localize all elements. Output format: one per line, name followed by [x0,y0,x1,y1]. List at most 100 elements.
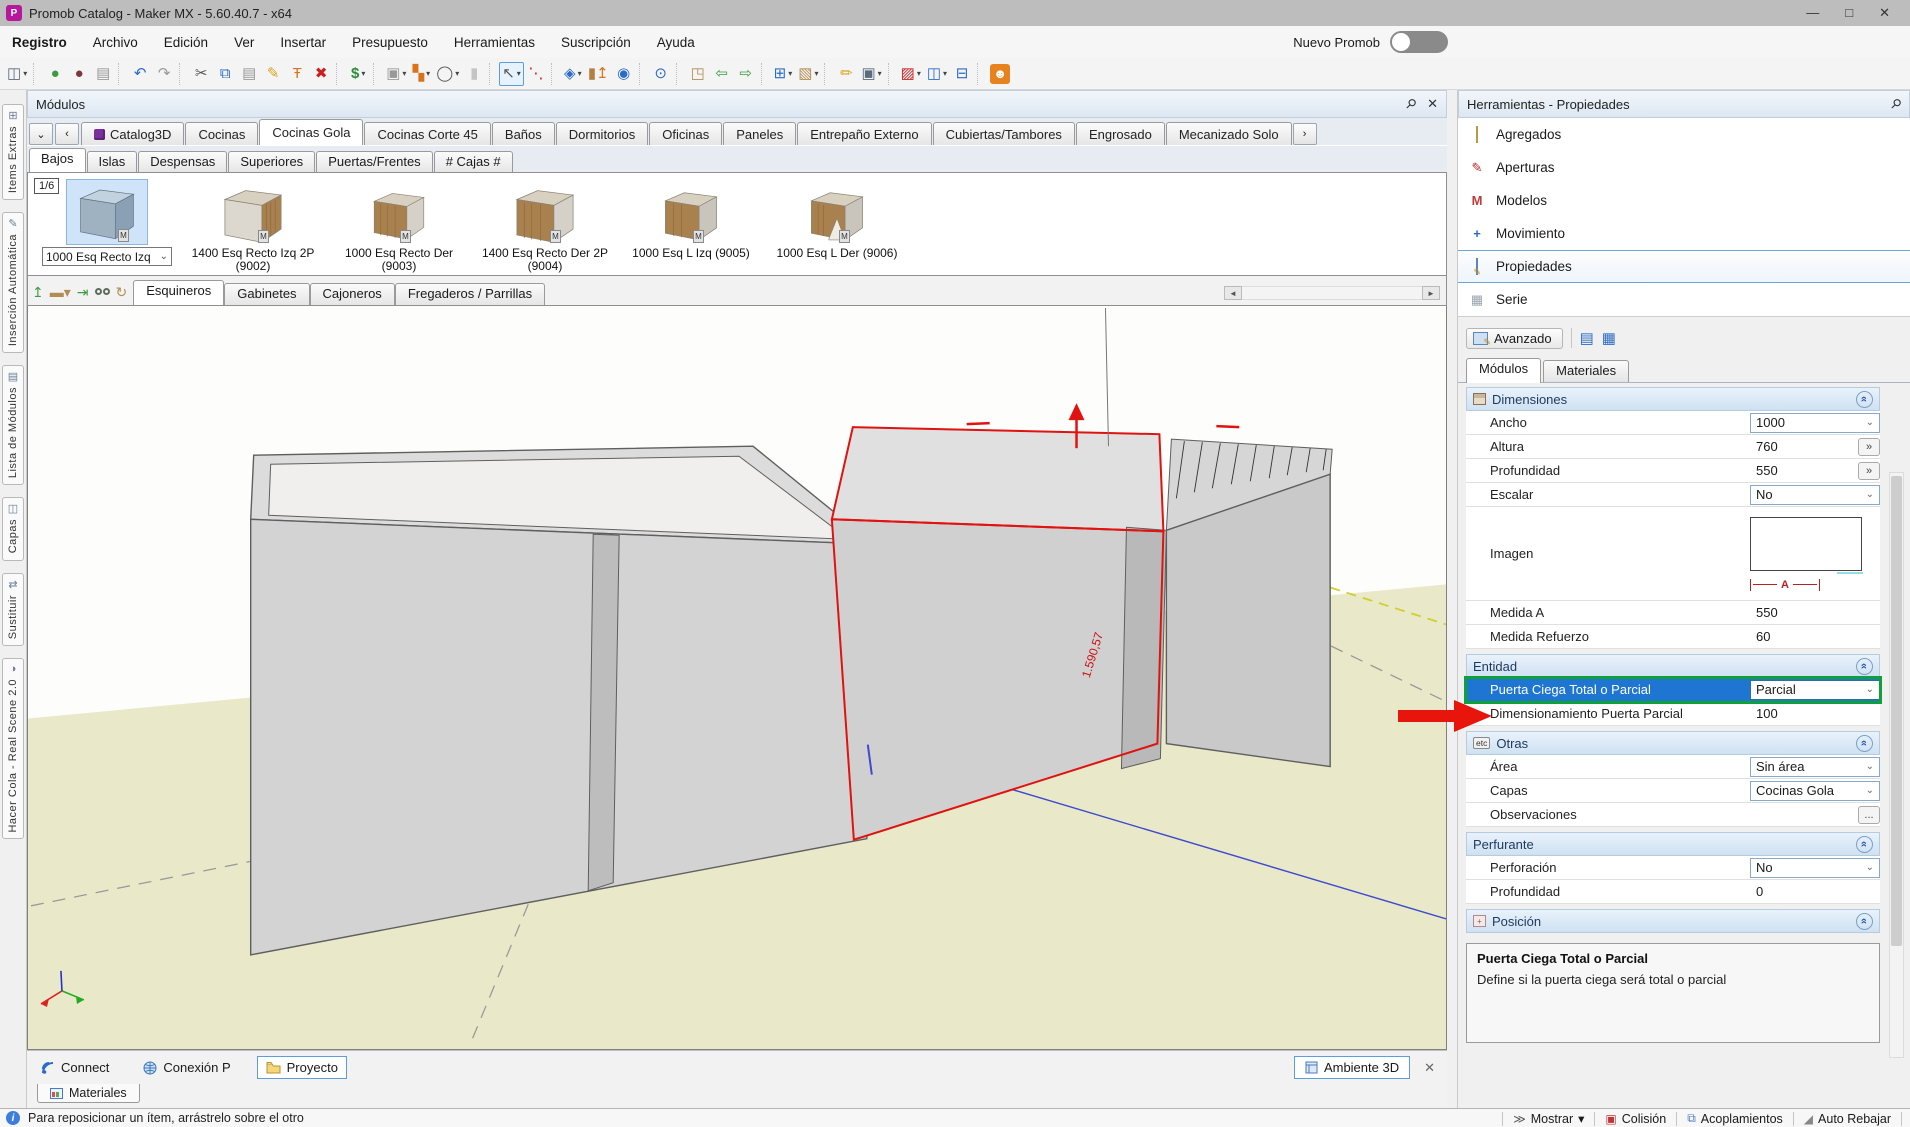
menu-archivo[interactable]: Archivo [93,35,138,50]
puerta-ciega-combo[interactable]: Parcial⌄ [1750,680,1880,700]
tab-proyecto[interactable]: Proyecto [257,1056,347,1079]
user-account-icon[interactable]: ☻ [987,62,1013,86]
text-tool-icon[interactable]: Ŧ [285,62,309,86]
key-pen-icon[interactable]: ✏ [834,62,858,86]
pin-icon-right[interactable]: ⚲ [1887,95,1905,113]
dimensionamiento-field[interactable]: 100 [1750,706,1880,721]
save-icon[interactable]: ◫▾ [4,62,30,86]
tool-agregados[interactable]: Agregados [1458,118,1910,151]
plugin-red-icon[interactable]: ● [67,62,91,86]
search-binoculars-icon[interactable] [95,288,110,297]
nuevo-promob-toggle[interactable] [1390,31,1448,53]
select-window-icon[interactable]: ▣▾ [383,62,409,86]
scroll-right-icon[interactable]: ► [1422,286,1440,300]
close-button[interactable]: ✕ [1879,5,1890,21]
profundidad-more-button[interactable]: » [1858,462,1880,480]
medida-refuerzo-field[interactable]: 60 [1750,629,1880,644]
nav-back-icon[interactable]: ⇦ [710,62,734,86]
collapse-dimensiones-icon[interactable]: » [1856,391,1873,408]
structure-icon[interactable]: ▚▾ [409,62,433,86]
close-ambiente-icon[interactable]: ✕ [1424,1060,1435,1076]
collapse-posicion-icon[interactable]: » [1856,913,1873,930]
tab-entrepano-externo[interactable]: Entrepaño Externo [797,122,931,145]
handle-style-icon[interactable]: ▬▾ [50,284,71,301]
budget-icon[interactable]: $▾ [346,62,370,86]
acoplamientos-toggle[interactable]: ⧉Acoplamientos [1687,1111,1783,1126]
tool-movimiento[interactable]: +Movimiento [1458,217,1910,250]
print-icon[interactable]: ▤ [91,62,115,86]
tab-scroll-left[interactable]: ‹ [55,123,79,145]
capas-combo[interactable]: Cocinas Gola⌄ [1750,781,1880,801]
tab-paneles[interactable]: Paneles [723,122,796,145]
filter-gabinetes[interactable]: Gabinetes [224,283,309,305]
visibility-eye-icon[interactable]: ⊙ [649,62,673,86]
tab-list-dropdown[interactable]: ⌄ [29,123,53,145]
altura-more-button[interactable]: » [1858,438,1880,456]
close-panel-icon[interactable]: ✕ [1427,96,1438,112]
module-item-1[interactable]: M 1400 Esq Recto Izq 2P(9002) [180,177,326,275]
module-item-2[interactable]: M 1000 Esq Recto Der(9003) [326,177,472,275]
menu-ver[interactable]: Ver [234,35,254,50]
cursor-tool-icon[interactable]: ↖▾ [499,62,524,86]
escalar-combo[interactable]: No⌄ [1750,485,1880,505]
altura-field[interactable]: 760 [1750,439,1854,454]
tab-connect[interactable]: Connect [33,1057,117,1078]
render-icon[interactable]: ▨▾ [898,62,924,86]
rail-tab-items-extras[interactable]: ⊞Items Extras [2,104,24,200]
section-dimensiones[interactable]: Dimensiones » [1466,387,1880,411]
filter-fregaderos-parrillas[interactable]: Fregaderos / Parrillas [395,283,545,305]
menu-presupuesto[interactable]: Presupuesto [352,35,428,50]
tab-cocinas-corte-45[interactable]: Cocinas Corte 45 [364,122,490,145]
module-variant-combo[interactable]: 1000 Esq Recto Izq⌄ [42,247,172,266]
menu-edicion[interactable]: Edición [164,35,208,50]
module-item-3[interactable]: M 1400 Esq Recto Der 2P(9004) [472,177,618,275]
tab-cocinas[interactable]: Cocinas [185,122,258,145]
list-view-icon[interactable]: ▤ [1580,329,1594,347]
tab-banos[interactable]: Baños [492,122,555,145]
tab-cocinas-gola[interactable]: Cocinas Gola [259,119,363,145]
menu-insertar[interactable]: Insertar [280,35,326,50]
paste-icon[interactable]: ▤ [237,62,261,86]
auto-rebajar-toggle[interactable]: ◢Auto Rebajar [1804,1112,1891,1126]
freeform-icon[interactable]: ◯▾ [433,62,462,86]
subtab-puertas-frentes[interactable]: Puertas/Frentes [316,151,433,172]
ancho-combo[interactable]: 1000⌄ [1750,413,1880,433]
tab-catalog3d[interactable]: Catalog3D [81,122,184,145]
copy-icon[interactable]: ⧉ [213,62,237,86]
subtab-islas[interactable]: Islas [87,151,138,172]
subtab-despensas[interactable]: Despensas [138,151,227,172]
tab-materiales[interactable]: Materiales [37,1084,140,1103]
delete-icon[interactable]: ✖ [309,62,333,86]
tool-modelos[interactable]: MModelos [1458,184,1910,217]
tab-oficinas[interactable]: Oficinas [649,122,722,145]
section-otras[interactable]: etc Otras » [1466,731,1880,755]
menu-herramientas[interactable]: Herramientas [454,35,535,50]
ambiente-3d-button[interactable]: Ambiente 3D [1294,1056,1410,1079]
prop-row-puerta-ciega[interactable]: Puerta Ciega Total o Parcial Parcial⌄ [1466,678,1880,702]
layers-icon[interactable]: ◈▾ [561,62,585,86]
panel-splitter[interactable] [1447,90,1457,1108]
filter-cajoneros[interactable]: Cajoneros [310,283,395,305]
door-pin-icon[interactable]: ▮↥ [585,62,612,86]
perforacion-combo[interactable]: No⌄ [1750,858,1880,878]
section-perfurante[interactable]: Perfurante » [1466,832,1880,856]
grid-scrollbar-thumb[interactable] [1891,476,1902,946]
wall-icon[interactable]: ▮ [462,62,486,86]
camera-icon[interactable]: ▣▾ [858,62,884,86]
subtab-cajas[interactable]: # Cajas # [434,151,513,172]
menu-suscripcion[interactable]: Suscripción [561,35,631,50]
menu-ayuda[interactable]: Ayuda [657,35,695,50]
section-entidad[interactable]: Entidad » [1466,654,1880,678]
panel-list-icon[interactable]: ⊟ [950,62,974,86]
rail-tab-insercion-automatica[interactable]: ✎Inserción Automática [2,212,24,353]
collapse-entidad-icon[interactable]: » [1856,658,1873,675]
colision-toggle[interactable]: ▣Colisión [1605,1112,1666,1126]
rail-tab-capas[interactable]: ◫Capas [2,497,24,560]
profundidad-perf-field[interactable]: 0 [1750,884,1880,899]
maximize-button[interactable]: □ [1845,5,1853,21]
prop-tab-modulos[interactable]: Módulos [1466,358,1541,383]
tab-engrosado[interactable]: Engrosado [1076,122,1165,145]
viewport-window-icon[interactable]: ⊞▾ [771,62,796,86]
tool-propiedades[interactable]: Propiedades [1458,250,1910,283]
plugin-green-icon[interactable]: ● [43,62,67,86]
